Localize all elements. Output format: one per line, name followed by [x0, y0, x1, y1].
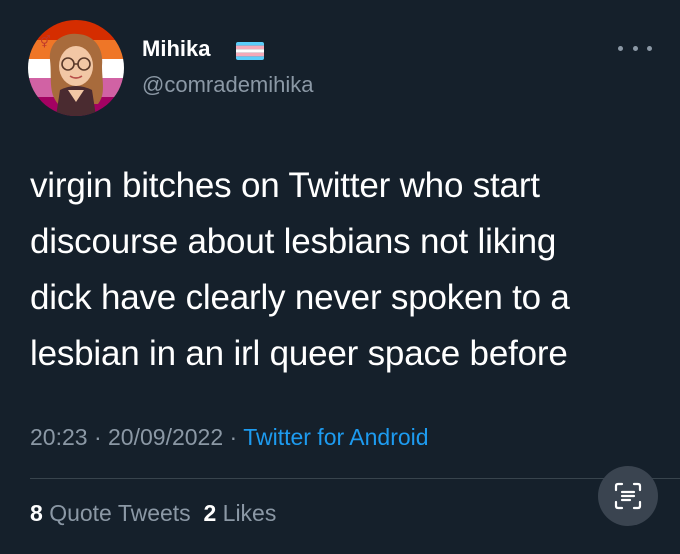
more-dot-icon [647, 45, 652, 51]
tweet-text-line: discourse about lesbians not liking [30, 222, 557, 261]
tweet-meta: 20:23 · 20/09/2022 · Twitter for Android [30, 424, 429, 451]
divider [30, 478, 680, 479]
tweet-text-line: dick have clearly never spoken to a [30, 278, 570, 317]
more-dot-icon [632, 45, 638, 51]
tweet-card: ⚥ Mihika @comrademihika virgin bitches o… [0, 0, 680, 554]
tweet-text: virgin bitches on Twitter who start disc… [30, 158, 660, 382]
more-options-button[interactable] [618, 38, 652, 58]
quote-tweets-stat[interactable]: 8 Quote Tweets [30, 500, 191, 526]
tweet-text-line: lesbian in an irl queer space before [30, 334, 568, 373]
quote-count: 8 [30, 500, 43, 526]
tweet-text-line: virgin bitches on Twitter who start [30, 166, 540, 205]
quote-label: Quote Tweets [49, 500, 191, 526]
svg-text:⚥: ⚥ [40, 35, 51, 49]
tweet-source-link[interactable]: Twitter for Android [243, 424, 428, 450]
meta-separator: · [93, 424, 102, 450]
avatar[interactable]: ⚥ [28, 20, 124, 116]
like-label: Likes [222, 500, 277, 526]
author-handle[interactable]: @comrademihika [142, 72, 314, 98]
more-dot-icon [618, 45, 623, 51]
tweet-time[interactable]: 20:23 [30, 424, 88, 450]
likes-stat[interactable]: 2 Likes [203, 500, 276, 526]
tweet-stats: 8 Quote Tweets 2 Likes [30, 500, 276, 527]
avatar-illustration-icon: ⚥ [28, 20, 124, 116]
tweet-date[interactable]: 20/09/2022 [108, 424, 223, 450]
trans-flag-icon [236, 42, 264, 60]
meta-separator: · [229, 424, 238, 450]
like-count: 2 [203, 500, 217, 526]
text-scan-icon [614, 482, 642, 510]
text-scan-button[interactable] [598, 466, 658, 526]
author-name[interactable]: Mihika [142, 36, 210, 62]
